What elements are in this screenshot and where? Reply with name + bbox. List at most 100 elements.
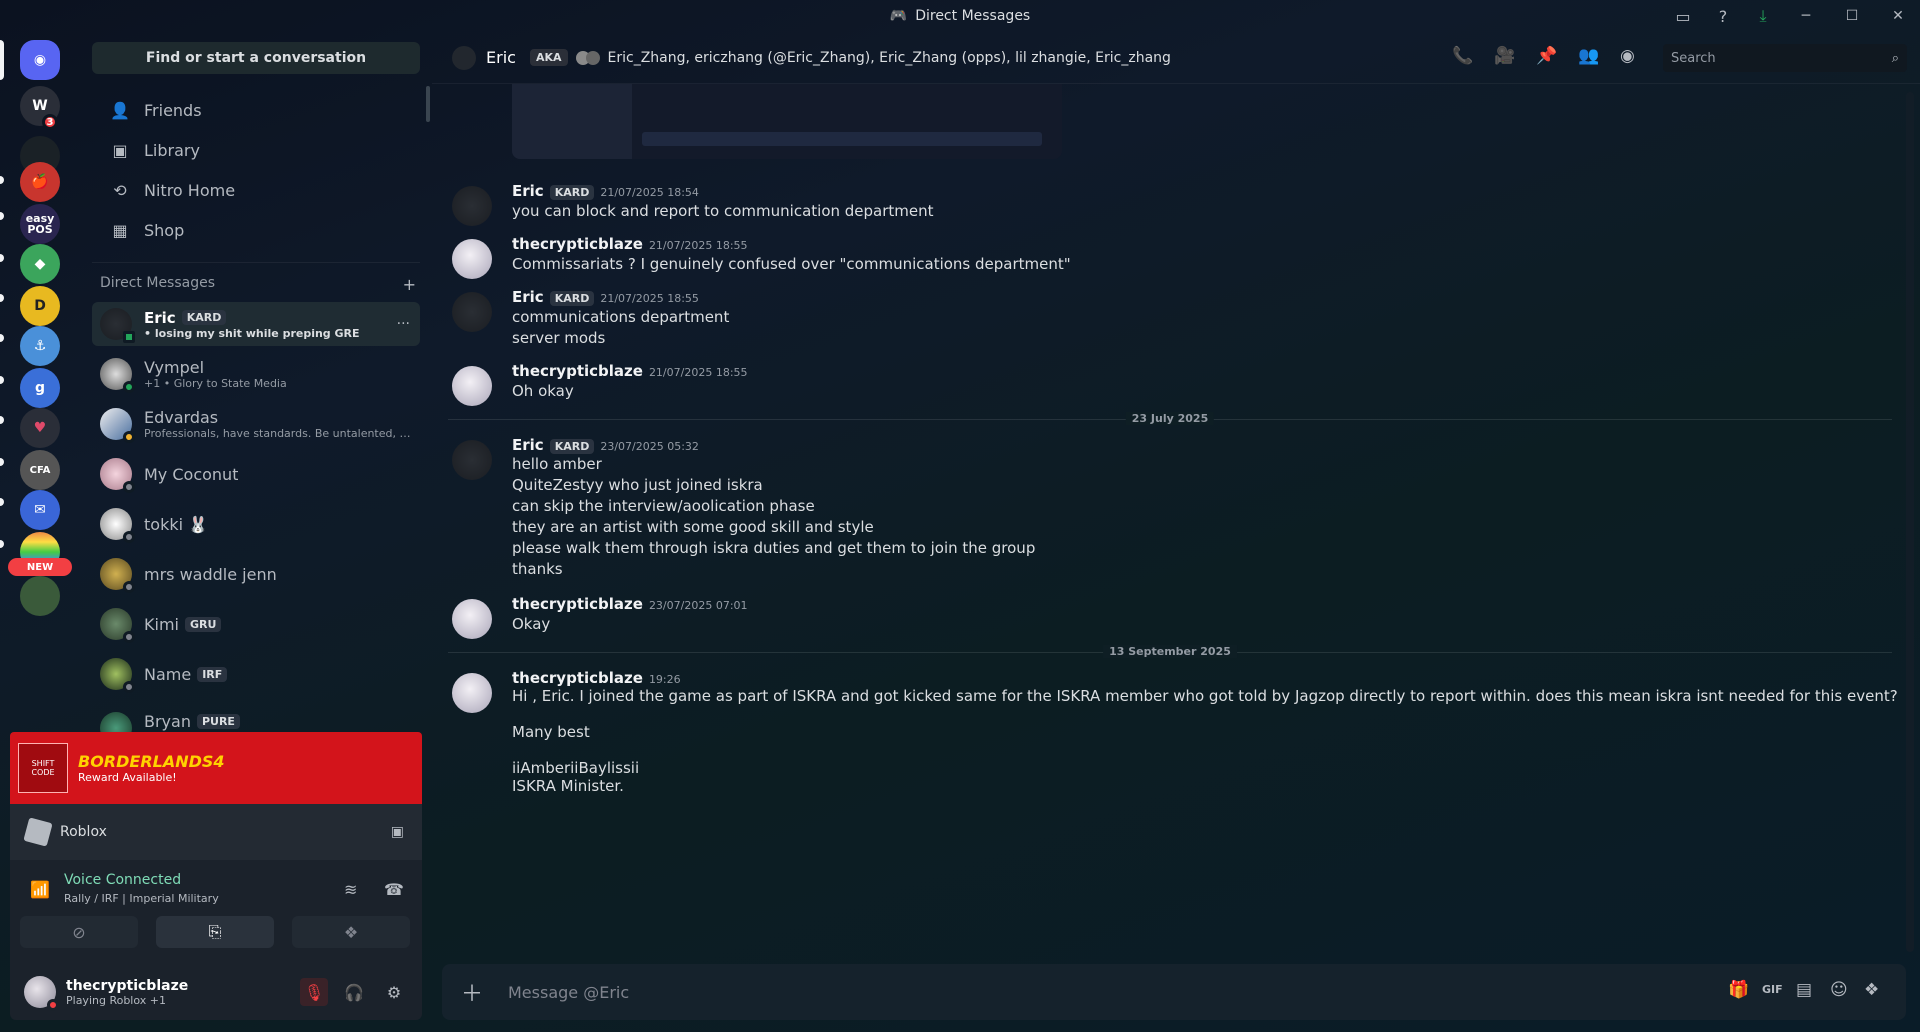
dm-item-mrs-waddle-jenn[interactable]: mrs waddle jenn xyxy=(92,552,420,596)
guild-tag: GRU xyxy=(184,616,222,632)
server-icon[interactable] xyxy=(20,576,60,616)
screen-share-icon: ⎘ xyxy=(208,922,222,941)
stream-icon[interactable]: ▣ xyxy=(391,824,404,840)
server-icon[interactable]: ⚓ xyxy=(20,326,60,366)
voice-channel[interactable]: Rally / IRF | Imperial Military xyxy=(64,892,219,905)
message-avatar[interactable] xyxy=(452,239,492,279)
gear-icon: ⚙ xyxy=(386,982,402,1002)
voice-status[interactable]: Voice Connected xyxy=(64,872,181,888)
avatar xyxy=(100,712,132,732)
inbox-icon[interactable]: ▭ xyxy=(1672,5,1694,27)
gift-icon[interactable]: 🎁 xyxy=(1728,980,1749,1000)
server-icon[interactable]: CFA xyxy=(20,450,60,490)
dm-item-tokki[interactable]: tokki 🐰 xyxy=(92,502,420,546)
attach-button[interactable]: ＋ xyxy=(458,978,486,1007)
promo-subtitle: Reward Available! xyxy=(78,771,177,784)
avatar xyxy=(100,458,135,493)
user-panel: thecrypticblaze Playing Roblox +1 🎙 🎧 ⚙ xyxy=(10,964,422,1020)
activity-card[interactable]: Roblox ▣ xyxy=(10,804,422,860)
chat-scrollbar[interactable] xyxy=(1906,92,1914,962)
help-icon[interactable]: ? xyxy=(1712,5,1734,27)
activities-button[interactable]: ❖ xyxy=(292,916,410,948)
close-button[interactable]: ✕ xyxy=(1884,2,1912,30)
emoji-icon[interactable]: ☺ xyxy=(1830,980,1848,1000)
dm-item-eric[interactable]: Eric KARD • losing my shit while preping … xyxy=(92,302,420,346)
message-avatar[interactable] xyxy=(452,366,492,406)
screen-share-button[interactable]: ⎘ xyxy=(156,916,274,948)
message-avatar[interactable] xyxy=(452,186,492,226)
promo-banner[interactable]: SHIFT CODE BORDERLANDS4 Reward Available… xyxy=(10,732,422,804)
message-avatar[interactable] xyxy=(452,440,492,480)
download-icon[interactable]: ⤓ xyxy=(1752,5,1774,27)
more-options-icon[interactable]: ··· xyxy=(397,316,410,332)
find-conversation-button[interactable]: Find or start a conversation xyxy=(92,42,420,74)
dm-item-name[interactable]: Name IRF xyxy=(92,652,420,696)
search-input[interactable]: Search ⌕ xyxy=(1663,44,1907,72)
dm-item-vympel[interactable]: Vympel +1 • Glory to State Media xyxy=(92,352,420,396)
sticker-icon[interactable]: ▤ xyxy=(1796,980,1812,1000)
message-input[interactable] xyxy=(508,978,1408,1006)
nav-shop[interactable]: ▦ Shop xyxy=(92,210,420,250)
promo-logo: SHIFT CODE xyxy=(18,743,68,793)
server-icon[interactable]: D xyxy=(20,286,60,326)
plus-icon: ＋ xyxy=(460,982,483,1007)
window-title: 🎮 Direct Messages xyxy=(889,8,1031,24)
video-call-icon[interactable]: 🎥 xyxy=(1494,46,1515,66)
gif-icon[interactable]: GIF xyxy=(1762,983,1783,996)
dm-item-my-coconut[interactable]: My Coconut xyxy=(92,452,420,496)
server-icon[interactable]: easy POS xyxy=(20,204,60,244)
message-avatar[interactable] xyxy=(452,292,492,332)
discord-logo-icon: 🎮 xyxy=(889,8,908,24)
server-icon[interactable]: ◆ xyxy=(20,244,60,284)
alias-list: Eric_Zhang, ericzhang (@Eric_Zhang), Eri… xyxy=(607,49,1171,66)
chat-area: Eric AKA Eric_Zhang, ericzhang (@Eric_Zh… xyxy=(432,32,1920,1032)
title-bar: 🎮 Direct Messages ▭ ? ⤓ ─ ☐ ✕ xyxy=(0,0,1920,32)
camera-button[interactable]: ⊘ xyxy=(20,916,138,948)
maximize-button[interactable]: ☐ xyxy=(1838,2,1866,30)
chat-recipient-name[interactable]: Eric xyxy=(486,48,516,67)
dm-item-kimi[interactable]: Kimi GRU xyxy=(92,602,420,646)
signal-icon[interactable]: 📶 xyxy=(30,880,50,899)
discord-icon: ◉ xyxy=(33,52,47,68)
avatar xyxy=(100,658,135,693)
image-attachment[interactable] xyxy=(512,84,1062,159)
mute-button[interactable]: 🎙 xyxy=(300,978,328,1006)
deafen-button[interactable]: 🎧 xyxy=(340,978,368,1006)
message-avatar[interactable] xyxy=(452,599,492,639)
minimize-button[interactable]: ─ xyxy=(1792,2,1820,30)
server-icon[interactable]: 🍎 xyxy=(20,162,60,202)
guild-tag: IRF xyxy=(197,666,228,682)
guild-tag: PURE xyxy=(196,714,240,729)
date-divider: 23 July 2025 xyxy=(448,412,1892,425)
avatar xyxy=(100,308,135,343)
dm-section-header: Direct Messages + xyxy=(100,275,416,294)
message-avatar[interactable] xyxy=(452,673,492,713)
add-friends-icon[interactable]: 👥 xyxy=(1578,46,1599,66)
server-icon[interactable]: ✉ xyxy=(20,490,60,530)
noise-suppression-icon[interactable]: ≋ xyxy=(344,880,357,899)
create-dm-icon[interactable]: + xyxy=(403,275,416,294)
camera-off-icon: ⊘ xyxy=(72,922,86,942)
new-badge: NEW xyxy=(8,558,72,576)
apps-icon[interactable]: ❖ xyxy=(1864,980,1879,1000)
call-icon[interactable]: 📞 xyxy=(1452,46,1473,66)
nav-library[interactable]: ▣ Library xyxy=(92,130,420,170)
search-icon: ⌕ xyxy=(1891,50,1899,66)
avatar xyxy=(100,508,135,543)
server-icon[interactable]: g xyxy=(20,368,60,408)
sidebar-scrollbar[interactable] xyxy=(426,86,430,122)
dm-item-edvardas[interactable]: Edvardas Professionals, have standards. … xyxy=(92,402,420,446)
pinned-icon[interactable]: 📌 xyxy=(1536,46,1557,66)
home-button[interactable]: ◉ xyxy=(20,40,60,80)
user-avatar[interactable] xyxy=(24,976,59,1011)
username[interactable]: thecrypticblaze xyxy=(66,978,188,994)
nav-nitro-home[interactable]: ⟲ Nitro Home xyxy=(92,170,420,210)
nav-friends[interactable]: 👤 Friends xyxy=(92,90,420,130)
server-icon[interactable]: ♥ xyxy=(20,408,60,448)
disconnect-icon[interactable]: ☎ xyxy=(384,880,404,899)
date-divider: 13 September 2025 xyxy=(448,645,1892,658)
settings-button[interactable]: ⚙ xyxy=(380,978,408,1006)
dm-item-bryan[interactable]: Bryan PURE xyxy=(92,702,420,732)
user-profile-icon[interactable]: ◉ xyxy=(1620,46,1635,66)
avatar xyxy=(100,408,135,443)
